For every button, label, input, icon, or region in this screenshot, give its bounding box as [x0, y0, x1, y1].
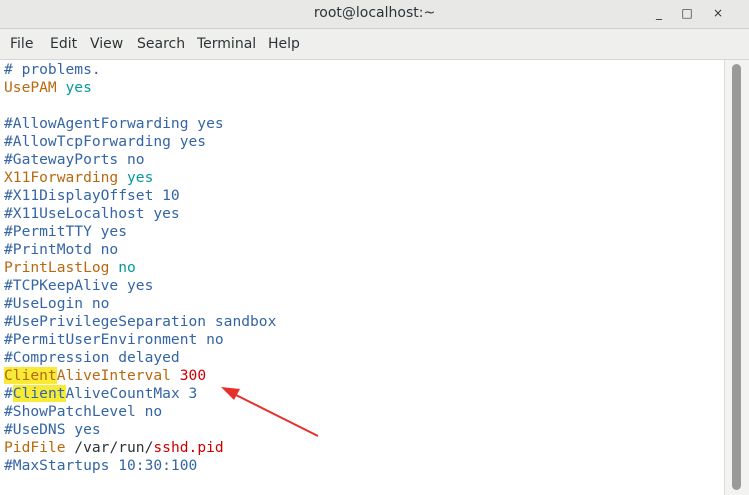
- close-icon[interactable]: ×: [710, 5, 726, 21]
- terminal-line: #UseLogin no: [4, 295, 276, 313]
- terminal-text-segment: #PermitTTY yes: [4, 223, 128, 240]
- terminal-text-segment: 300: [179, 367, 207, 384]
- terminal-line: #ShowPatchLevel no: [4, 403, 276, 421]
- terminal-line: #UsePrivilegeSeparation sandbox: [4, 313, 276, 331]
- terminal-line: #MaxStartups 10:30:100: [4, 457, 276, 475]
- terminal-text-segment: X11Forwarding: [4, 169, 119, 186]
- terminal-text-segment: # problems.: [4, 61, 101, 78]
- terminal-line: #Compression delayed: [4, 349, 276, 367]
- terminal-line: #TCPKeepAlive yes: [4, 277, 276, 295]
- terminal-text-segment: AliveInterval: [56, 367, 171, 384]
- menu-edit[interactable]: Edit: [50, 36, 77, 52]
- terminal-text-segment: PrintLastLog: [4, 259, 110, 276]
- terminal-text-segment: #ShowPatchLevel no: [4, 403, 163, 420]
- terminal-text-segment: yes: [56, 79, 92, 96]
- terminal-line: #UseDNS yes: [4, 421, 276, 439]
- terminal-text: # problems. UsePAM yes #AllowAgentForwardi…: [4, 61, 276, 475]
- terminal-text-segment: AliveCountMax 3: [65, 385, 198, 402]
- terminal-line: PidFile /var/run/sshd.pid: [4, 439, 276, 457]
- menu-help[interactable]: Help: [268, 36, 300, 52]
- terminal-line: #GatewayPorts no: [4, 151, 276, 169]
- menu-search[interactable]: Search: [137, 36, 185, 52]
- terminal-content[interactable]: # problems. UsePAM yes #AllowAgentForwardi…: [0, 60, 724, 495]
- terminal-text-segment: #X11DisplayOffset 10: [4, 187, 180, 204]
- menu-bar: File Edit View Search Terminal Help: [0, 29, 749, 60]
- terminal-line: X11Forwarding yes: [4, 169, 276, 187]
- terminal-text-segment: Client: [4, 367, 57, 384]
- terminal-line: #X11UseLocalhost yes: [4, 205, 276, 223]
- terminal-text-segment: #AllowTcpForwarding yes: [4, 133, 207, 150]
- menu-file[interactable]: File: [10, 36, 33, 52]
- terminal-text-segment: yes: [118, 169, 154, 186]
- terminal-text-segment: #UsePrivilegeSeparation sandbox: [4, 313, 277, 330]
- minimize-icon[interactable]: _: [651, 5, 667, 21]
- terminal-line: # problems.: [4, 61, 276, 79]
- terminal-text-segment: #GatewayPorts no: [4, 151, 145, 168]
- terminal-line: ClientAliveInterval 300: [4, 367, 276, 385]
- terminal-line: #ClientAliveCountMax 3: [4, 385, 276, 403]
- terminal-line: PrintLastLog no: [4, 259, 276, 277]
- scrollbar-thumb[interactable]: [732, 64, 741, 490]
- terminal-line: #AllowTcpForwarding yes: [4, 133, 276, 151]
- terminal-line: #PermitUserEnvironment no: [4, 331, 276, 349]
- scrollbar[interactable]: [724, 60, 749, 495]
- terminal-text-segment: #Compression delayed: [4, 349, 180, 366]
- terminal-text-segment: #PrintMotd no: [4, 241, 119, 258]
- terminal-line: #X11DisplayOffset 10: [4, 187, 276, 205]
- terminal-text-segment: #X11UseLocalhost yes: [4, 205, 180, 222]
- title-bar[interactable]: root@localhost:~ _ □ ×: [0, 0, 749, 29]
- terminal-text-segment: #UseDNS yes: [4, 421, 101, 438]
- window-title: root@localhost:~: [313, 5, 436, 21]
- terminal-text-segment: #MaxStartups 10:30:100: [4, 457, 198, 474]
- terminal-text-segment: UsePAM: [4, 79, 57, 96]
- terminal-line: #PrintMotd no: [4, 241, 276, 259]
- terminal-text-segment: no: [109, 259, 136, 276]
- terminal-line: UsePAM yes: [4, 79, 276, 97]
- terminal-text-segment: #AllowAgentForwarding yes: [4, 115, 224, 132]
- terminal-text-segment: #TCPKeepAlive yes: [4, 277, 154, 294]
- terminal-text-segment: #: [4, 385, 13, 402]
- terminal-text-segment: Client: [12, 385, 66, 402]
- terminal-text-segment: /var/run/: [65, 439, 154, 456]
- terminal-line: #AllowAgentForwarding yes: [4, 115, 276, 133]
- terminal-text-segment: #UseLogin no: [4, 295, 110, 312]
- terminal-window: root@localhost:~ _ □ × File Edit View Se…: [0, 0, 749, 495]
- terminal-text-segment: #PermitUserEnvironment no: [4, 331, 224, 348]
- maximize-icon[interactable]: □: [679, 5, 695, 21]
- menu-terminal[interactable]: Terminal: [197, 36, 256, 52]
- terminal-text-segment: sshd.pid: [153, 439, 224, 456]
- terminal-line: #PermitTTY yes: [4, 223, 276, 241]
- terminal-text-segment: PidFile: [4, 439, 66, 456]
- menu-view[interactable]: View: [90, 36, 123, 52]
